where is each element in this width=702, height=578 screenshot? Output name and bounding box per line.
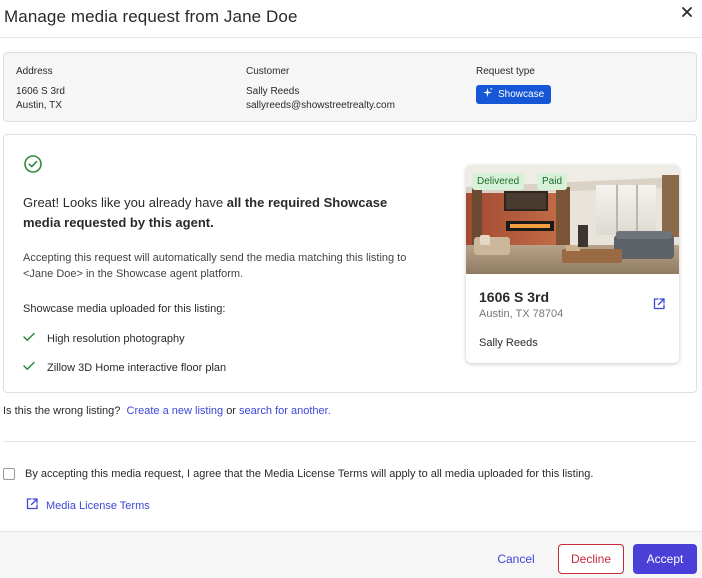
- check-icon: [23, 361, 47, 374]
- intro-plain: Great! Looks like you already have: [23, 195, 227, 210]
- external-link-icon[interactable]: [652, 297, 666, 311]
- cancel-button[interactable]: Cancel: [486, 544, 546, 574]
- check-circle-icon: [24, 155, 42, 173]
- delivered-badge: Delivered: [472, 173, 525, 190]
- address-column: Address 1606 S 3rd Austin, TX: [16, 65, 65, 113]
- wrong-listing-or: or: [226, 405, 236, 417]
- card-agent: Sally Reeds: [479, 337, 538, 349]
- create-new-listing-link[interactable]: Create a new listing: [127, 405, 224, 417]
- search-another-link[interactable]: search for another.: [239, 405, 331, 417]
- media-item-label: High resolution photography: [47, 332, 185, 345]
- customer-name: Sally Reeds: [246, 86, 300, 97]
- customer-email: sallyreeds@showstreetrealty.com: [246, 100, 395, 111]
- request-type-label: Request type: [476, 66, 535, 77]
- showcase-badge: Showcase: [476, 85, 552, 104]
- accept-description: Accepting this request will automaticall…: [23, 252, 407, 280]
- card-address: 1606 S 3rd: [479, 289, 550, 305]
- paid-badge: Paid: [537, 173, 568, 190]
- request-summary: Address 1606 S 3rd Austin, TX Customer S…: [3, 52, 697, 122]
- wrong-listing-prefix: Is this the wrong listing?: [3, 405, 121, 417]
- listing-card[interactable]: Delivered Paid 1606 S 3rd Austin, TX 787…: [466, 165, 679, 363]
- media-license-label: Media License Terms: [46, 499, 150, 512]
- listing-panel: Great! Looks like you already have all t…: [3, 134, 697, 393]
- address-line2: Austin, TX: [16, 100, 62, 111]
- media-item-label: Zillow 3D Home interactive floor plan: [47, 361, 227, 374]
- modal-footer: Cancel Decline Accept: [0, 531, 702, 578]
- sparkle-icon: [482, 86, 493, 103]
- modal-title: Manage media request from Jane Doe: [4, 7, 298, 26]
- showcase-badge-label: Showcase: [498, 88, 545, 100]
- card-city: Austin, TX 78704: [479, 308, 564, 320]
- address-label: Address: [16, 66, 53, 77]
- decline-button[interactable]: Decline: [558, 544, 624, 574]
- uploaded-media-heading: Showcase media uploaded for this listing…: [23, 303, 226, 315]
- divider: [3, 441, 697, 442]
- external-link-icon: [25, 497, 46, 514]
- intro-message: Great! Looks like you already have all t…: [23, 193, 418, 233]
- address-line1: 1606 S 3rd: [16, 86, 65, 97]
- check-icon: [23, 332, 47, 345]
- agreement-row: By accepting this media request, I agree…: [3, 468, 593, 480]
- accept-button[interactable]: Accept: [633, 544, 697, 574]
- agreement-text: By accepting this media request, I agree…: [25, 468, 594, 480]
- media-item: High resolution photography: [23, 332, 185, 345]
- modal-header: Manage media request from Jane Doe: [0, 0, 702, 38]
- media-item: Zillow 3D Home interactive floor plan: [23, 361, 226, 374]
- media-license-link[interactable]: Media License Terms: [25, 497, 150, 514]
- media-request-modal: Manage media request from Jane Doe Addre…: [0, 0, 702, 578]
- close-icon[interactable]: [678, 3, 696, 21]
- agreement-checkbox[interactable]: [3, 468, 15, 480]
- customer-label: Customer: [246, 66, 290, 77]
- wrong-listing-line: Is this the wrong listing? Create a new …: [3, 405, 331, 417]
- request-type-column: Request type Showcase: [476, 65, 552, 104]
- customer-column: Customer Sally Reeds sallyreeds@showstre…: [246, 65, 395, 113]
